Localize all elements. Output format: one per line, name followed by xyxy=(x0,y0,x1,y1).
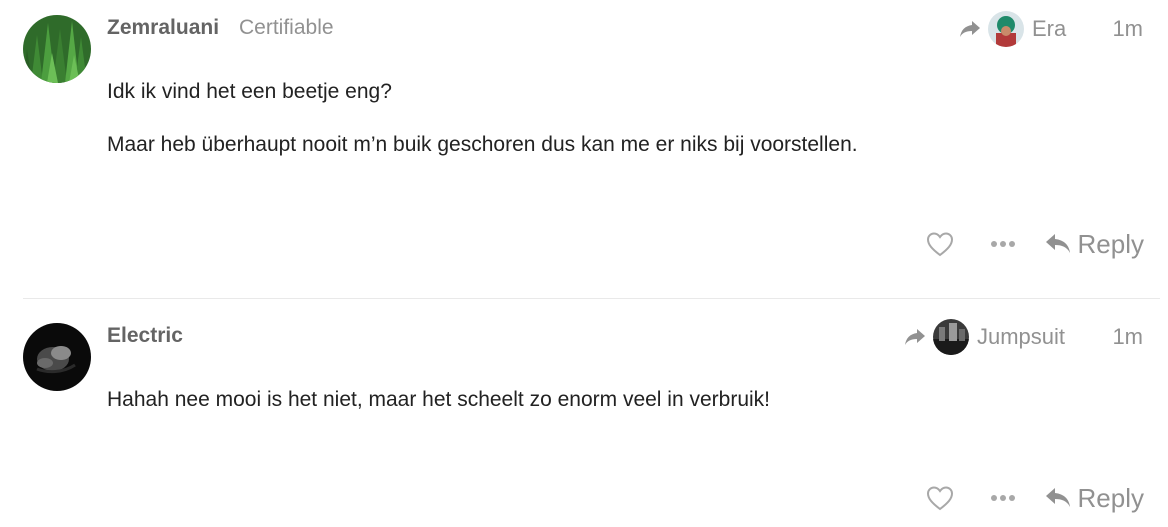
post-actions: Reply xyxy=(926,478,1144,518)
reply-label: Reply xyxy=(1077,482,1144,513)
share-arrow-icon xyxy=(960,21,980,37)
user-title: Certifiable xyxy=(239,16,334,39)
post-divider xyxy=(23,298,1160,299)
username[interactable]: Electric xyxy=(107,324,183,348)
like-button[interactable] xyxy=(926,485,954,511)
ellipsis-icon xyxy=(990,241,1015,247)
heart-icon xyxy=(926,232,953,257)
ellipsis-icon xyxy=(990,495,1015,501)
reply-to-tab[interactable]: Era xyxy=(958,10,1066,48)
reply-button[interactable]: Reply xyxy=(1044,483,1144,514)
post-paragraph: Idk ik vind het een beetje eng? xyxy=(107,80,392,103)
reply-arrow-icon xyxy=(1045,488,1070,507)
reply-label: Reply xyxy=(1077,228,1144,259)
more-actions-button[interactable] xyxy=(990,239,1016,249)
reply-arrow-icon xyxy=(1045,234,1070,253)
post: Zemraluani Certifiable Era 1m Idk ik vin… xyxy=(0,0,1168,300)
reply-to-username: Era xyxy=(1032,16,1067,41)
more-actions-button[interactable] xyxy=(990,493,1016,503)
reply-to-username: Jumpsuit xyxy=(977,324,1066,349)
avatar[interactable] xyxy=(23,15,91,83)
post-actions: Reply xyxy=(926,224,1144,264)
post-paragraph: Maar heb überhaupt nooit m’n buik gescho… xyxy=(107,133,858,156)
username[interactable]: Zemraluani xyxy=(107,16,219,40)
reply-to-avatar xyxy=(988,11,1024,47)
post-paragraph: Hahah nee mooi is het niet, maar het sch… xyxy=(107,388,771,411)
reply-to-avatar xyxy=(933,319,969,355)
post-date[interactable]: 1m xyxy=(1112,324,1143,350)
reply-button[interactable]: Reply xyxy=(1044,229,1144,260)
post: Electric Jumpsuit 1m Hahah nee mooi is h… xyxy=(0,300,1168,527)
post-date[interactable]: 1m xyxy=(1112,16,1143,42)
share-arrow-icon xyxy=(905,329,925,345)
heart-icon xyxy=(926,486,953,511)
like-button[interactable] xyxy=(926,231,954,257)
reply-to-tab[interactable]: Jumpsuit xyxy=(903,318,1065,356)
avatar[interactable] xyxy=(23,323,91,391)
